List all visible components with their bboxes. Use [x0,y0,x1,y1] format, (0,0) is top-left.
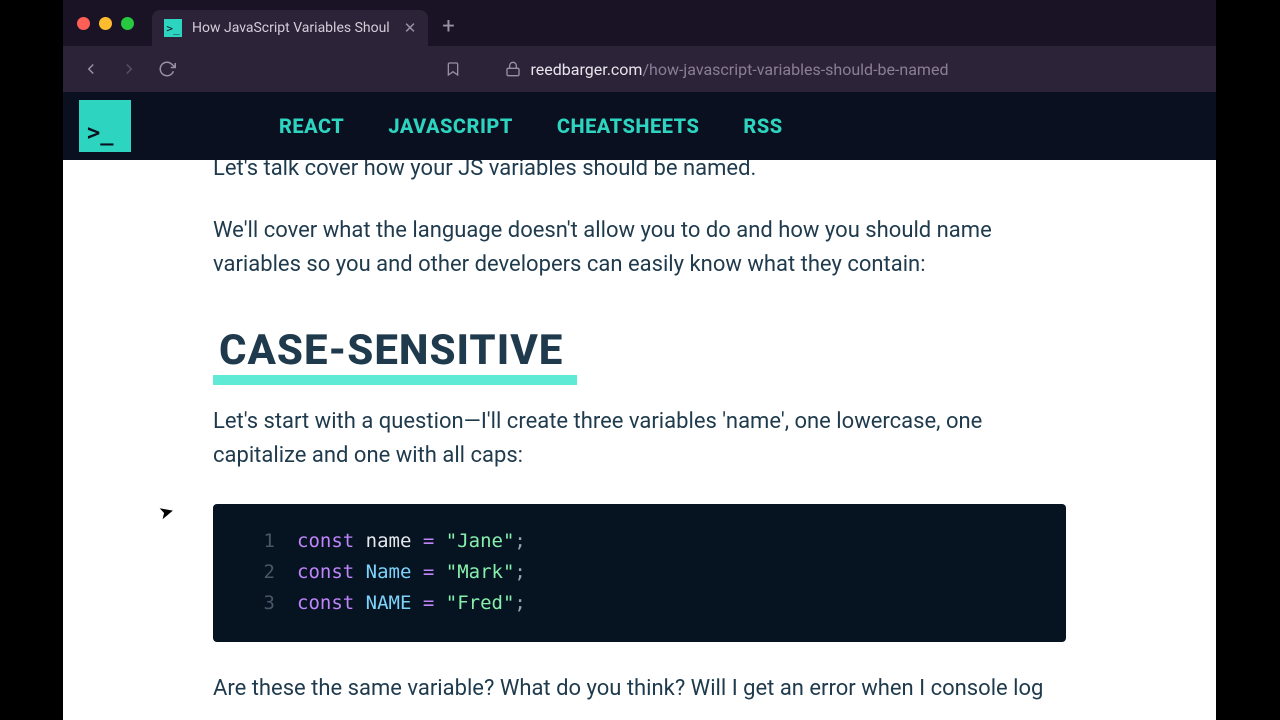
browser-tab[interactable]: >_ How JavaScript Variables Shoul ✕ [152,10,428,46]
nav-link-cheatsheets[interactable]: CHEATSHEETS [557,114,700,138]
code-line: 3const NAME = "Fred"; [241,588,1038,619]
article-paragraph: Are these the same variable? What do you… [213,672,1066,706]
back-button[interactable] [77,55,105,83]
nav-link-rss[interactable]: RSS [743,114,782,138]
code-block: 1const name = "Jane";2const Name = "Mark… [213,504,1066,642]
nav-link-react[interactable]: REACT [279,114,344,138]
window-controls [77,17,134,30]
nav-link-javascript[interactable]: JAVASCRIPT [388,114,513,138]
tab-title: How JavaScript Variables Shoul [192,20,390,36]
new-tab-button[interactable]: + [442,14,454,39]
minimize-window-button[interactable] [99,17,112,30]
site-nav: >_ REACT JAVASCRIPT CHEATSHEETS RSS [63,92,1216,160]
article-paragraph: We'll cover what the language doesn't al… [213,214,1066,282]
titlebar: >_ How JavaScript Variables Shoul ✕ + [63,0,1216,46]
section-heading: CASE-SENSITIVE [213,318,569,383]
lock-icon [505,61,521,77]
article-paragraph: Let's talk cover how your JS variables s… [213,160,1066,186]
article-body: Let's talk cover how your JS variables s… [63,160,1216,706]
close-window-button[interactable] [77,17,90,30]
line-number: 2 [241,557,275,588]
url-path: /how-javascript-variables-should-be-name… [642,60,948,79]
site-logo[interactable]: >_ [79,100,131,152]
line-number: 1 [241,526,275,557]
nav-links: REACT JAVASCRIPT CHEATSHEETS RSS [279,114,783,138]
url-domain: reedbarger.com [531,60,643,79]
forward-button[interactable] [115,55,143,83]
code-line: 2const Name = "Mark"; [241,557,1038,588]
browser-window: >_ How JavaScript Variables Shoul ✕ + re… [63,0,1216,720]
tab-favicon: >_ [164,19,182,37]
bookmark-icon[interactable] [445,61,461,77]
address-bar[interactable]: reedbarger.com/how-javascript-variables-… [191,60,1202,79]
browser-toolbar: reedbarger.com/how-javascript-variables-… [63,46,1216,92]
line-number: 3 [241,588,275,619]
tab-close-button[interactable]: ✕ [404,19,417,37]
code-line: 1const name = "Jane"; [241,526,1038,557]
page-content: >_ REACT JAVASCRIPT CHEATSHEETS RSS Let'… [63,92,1216,720]
reload-button[interactable] [153,55,181,83]
maximize-window-button[interactable] [121,17,134,30]
article-paragraph: Let's start with a question—I'll create … [213,405,1066,473]
url-text: reedbarger.com/how-javascript-variables-… [531,60,949,79]
